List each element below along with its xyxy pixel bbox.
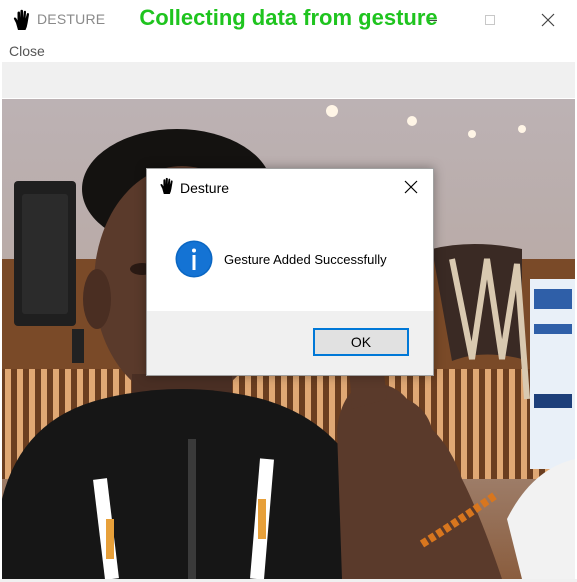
close-icon xyxy=(404,180,418,194)
heading-bar xyxy=(2,62,575,98)
page-heading: Collecting data from gesture xyxy=(139,5,438,30)
message-dialog: Desture Gesture Added Successfully OK xyxy=(146,168,434,376)
menu-bar: Close xyxy=(0,40,577,62)
hand-icon xyxy=(160,177,173,194)
dialog-message: Gesture Added Successfully xyxy=(224,252,387,267)
dialog-close-button[interactable] xyxy=(397,175,425,199)
menu-close[interactable]: Close xyxy=(9,43,45,59)
dialog-title: Desture xyxy=(180,180,230,196)
info-icon xyxy=(175,240,213,278)
ok-button[interactable]: OK xyxy=(313,328,409,356)
dialog-footer: OK xyxy=(147,311,433,375)
